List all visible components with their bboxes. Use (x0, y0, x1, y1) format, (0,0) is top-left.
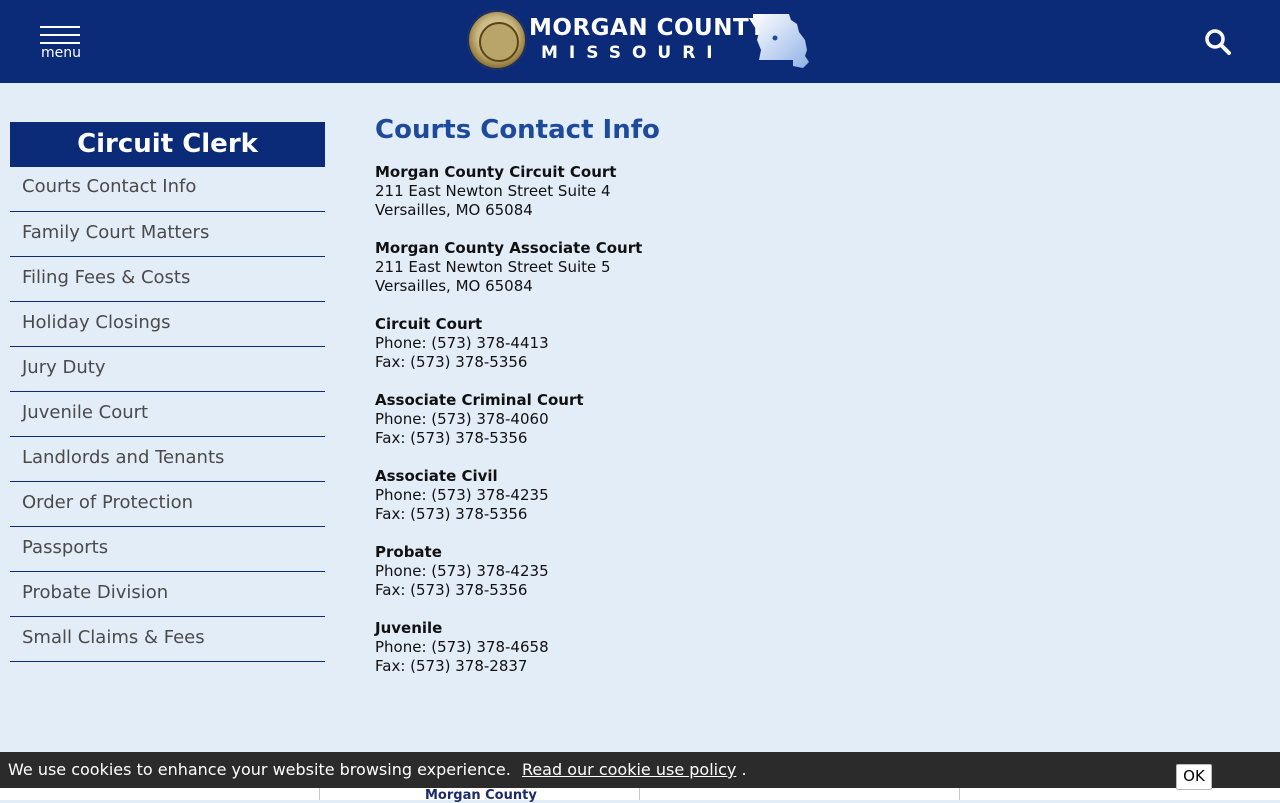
cookie-suffix: . (741, 760, 747, 779)
contact-fax: Fax: (573) 378-5356 (375, 429, 528, 447)
main-content: Courts Contact Info Morgan County Circui… (375, 113, 975, 695)
contact-block: Morgan County Circuit Court 211 East New… (375, 163, 975, 220)
contact-line: Versailles, MO 65084 (375, 277, 533, 295)
contact-list: Morgan County Circuit Court 211 East New… (375, 163, 975, 676)
missouri-state-icon (753, 14, 809, 68)
sidebar-item-small-claims[interactable]: Small Claims & Fees (10, 617, 325, 662)
contact-fax: Fax: (573) 378-5356 (375, 581, 528, 599)
footer-peek-text: Morgan County (425, 788, 537, 803)
contact-phone: Phone: (573) 378-4235 (375, 562, 549, 580)
contact-block: Juvenile Phone: (573) 378-4658 Fax: (573… (375, 619, 975, 676)
county-seal-icon (467, 10, 527, 70)
sidebar-item-family-court-matters[interactable]: Family Court Matters (10, 212, 325, 257)
contact-phone: Phone: (573) 378-4235 (375, 486, 549, 504)
contact-line: 211 East Newton Street Suite 5 (375, 258, 611, 276)
sidebar-item-courts-contact-info[interactable]: Courts Contact Info (10, 167, 325, 212)
page-title: Courts Contact Info (375, 115, 660, 145)
contact-phone: Phone: (573) 378-4658 (375, 638, 549, 656)
sidebar-item-landlords-tenants[interactable]: Landlords and Tenants (10, 437, 325, 482)
contact-line: Versailles, MO 65084 (375, 201, 533, 219)
site-header: menu MORGAN COUNTY MISSOURI (0, 0, 1280, 83)
logo-title: MORGAN COUNTY (529, 15, 767, 41)
search-button[interactable] (1204, 28, 1232, 56)
logo-subtitle: MISSOURI (541, 43, 724, 63)
contact-block: Probate Phone: (573) 378-4235 Fax: (573)… (375, 543, 975, 600)
cookie-message: We use cookies to enhance your website b… (8, 752, 747, 788)
sidebar-item-jury-duty[interactable]: Jury Duty (10, 347, 325, 392)
sidebar-item-order-of-protection[interactable]: Order of Protection (10, 482, 325, 527)
contact-name: Associate Civil (375, 467, 498, 485)
sidebar-nav: Circuit Clerk Courts Contact Info Family… (10, 122, 325, 662)
sidebar-item-juvenile-court[interactable]: Juvenile Court (10, 392, 325, 437)
contact-block: Associate Criminal Court Phone: (573) 37… (375, 391, 975, 448)
contact-phone: Phone: (573) 378-4413 (375, 334, 549, 352)
contact-block: Morgan County Associate Court 211 East N… (375, 239, 975, 296)
menu-bar-icon (40, 34, 80, 36)
contact-block: Circuit Court Phone: (573) 378-4413 Fax:… (375, 315, 975, 372)
contact-name: Morgan County Associate Court (375, 239, 643, 257)
sidebar-title: Circuit Clerk (10, 122, 325, 167)
cookie-ok-button[interactable]: OK (1176, 764, 1212, 790)
sidebar-item-holiday-closings[interactable]: Holiday Closings (10, 302, 325, 347)
contact-phone: Phone: (573) 378-4060 (375, 410, 549, 428)
contact-name: Circuit Court (375, 315, 483, 333)
contact-fax: Fax: (573) 378-2837 (375, 657, 528, 675)
menu-bar-icon (40, 26, 80, 28)
contact-fax: Fax: (573) 378-5356 (375, 505, 528, 523)
menu-button[interactable]: menu (40, 26, 82, 62)
contact-line: 211 East Newton Street Suite 4 (375, 182, 611, 200)
sidebar-item-probate-division[interactable]: Probate Division (10, 572, 325, 617)
menu-label: menu (41, 45, 81, 61)
contact-name: Morgan County Circuit Court (375, 163, 617, 181)
contact-fax: Fax: (573) 378-5356 (375, 353, 528, 371)
contact-block: Associate Civil Phone: (573) 378-4235 Fa… (375, 467, 975, 524)
search-icon (1205, 29, 1231, 55)
contact-name: Juvenile (375, 619, 443, 637)
contact-name: Probate (375, 543, 442, 561)
sidebar-item-filing-fees[interactable]: Filing Fees & Costs (10, 257, 325, 302)
sidebar-item-passports[interactable]: Passports (10, 527, 325, 572)
cookie-banner: We use cookies to enhance your website b… (0, 752, 1280, 790)
contact-name: Associate Criminal Court (375, 391, 584, 409)
cookie-policy-link[interactable]: Read our cookie use policy (522, 760, 736, 779)
cookie-text: We use cookies to enhance your website b… (8, 760, 511, 779)
site-logo[interactable]: MORGAN COUNTY MISSOURI (467, 8, 813, 74)
